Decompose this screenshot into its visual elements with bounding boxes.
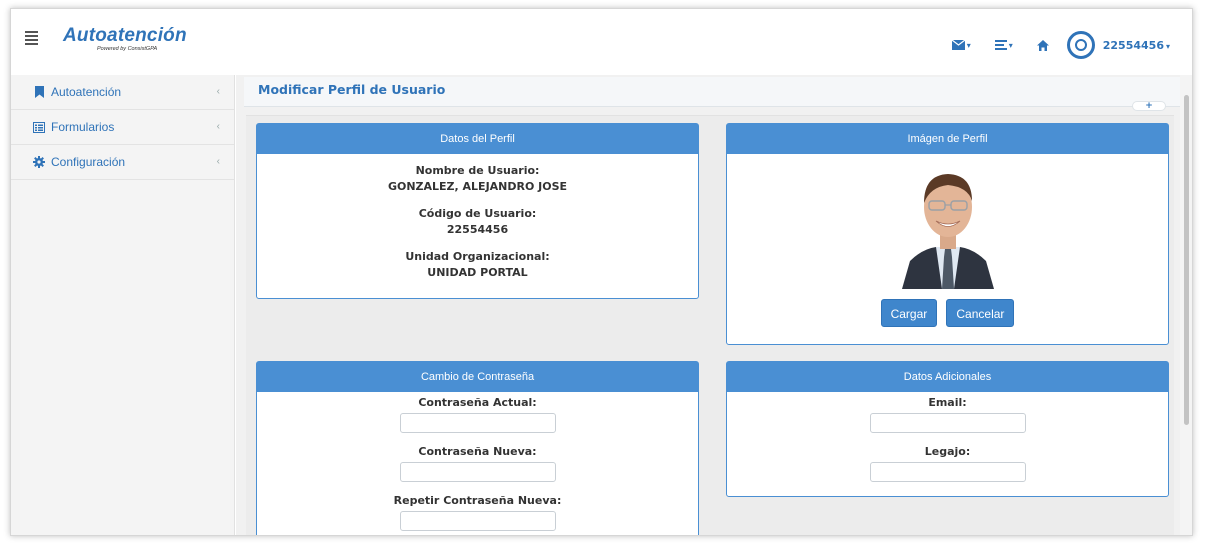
top-navbar: Autoatención Powered by ConsistGPA ▾ ▾ 2… <box>11 9 1192 75</box>
additional-data-panel: Datos Adicionales Email: Legajo: <box>726 361 1169 497</box>
legajo-label: Legajo: <box>924 445 971 458</box>
user-code-label: Código de Usuario: <box>418 207 537 220</box>
chevron-left-icon: ‹ <box>216 156 220 167</box>
brand-logo[interactable]: Autoatención Powered by ConsistGPA <box>63 25 187 52</box>
profile-content-area: Datos del Perfil Nombre de Usuario: GONZ… <box>246 115 1174 535</box>
list-icon <box>994 40 1007 50</box>
panel-title: Cambio de Contraseña <box>257 362 698 392</box>
org-unit-value: UNIDAD PORTAL <box>427 266 528 279</box>
legajo-field[interactable] <box>869 462 1026 482</box>
mail-icon <box>951 40 965 50</box>
user-avatar-icon[interactable] <box>1066 31 1095 59</box>
email-label: Email: <box>928 396 967 409</box>
messages-dropdown[interactable]: ▾ <box>951 40 971 50</box>
main-content: Modificar Perfil de Usuario + Datos del … <box>236 75 1184 535</box>
sidebar-item-label: Formularios <box>51 120 115 134</box>
tasks-dropdown[interactable]: ▾ <box>994 40 1013 50</box>
bookmark-icon <box>33 86 45 98</box>
vertical-scrollbar[interactable] <box>1180 75 1192 535</box>
user-code-value: 22554456 <box>446 223 509 236</box>
gear-icon <box>33 156 45 168</box>
email-field[interactable] <box>869 413 1026 433</box>
chevron-down-icon: ▾ <box>1008 40 1013 50</box>
sidebar-item-label: Configuración <box>51 155 126 169</box>
username-value: GONZALEZ, ALEJANDRO JOSE <box>387 180 568 193</box>
image-actions: Cargar Cancelar <box>727 299 1168 327</box>
list-box-icon <box>33 121 45 133</box>
cancel-button[interactable]: Cancelar <box>946 299 1015 327</box>
sidebar: Autoatención ‹ Formularios ‹ Configuraci… <box>11 75 235 535</box>
panel-title: Imágen de Perfil <box>727 124 1168 154</box>
repeat-password-label: Repetir Contraseña Nueva: <box>393 494 562 507</box>
sidebar-item-formularios[interactable]: Formularios ‹ <box>11 110 234 145</box>
chevron-down-icon: ▾ <box>966 40 971 50</box>
password-change-panel: Cambio de Contraseña Contraseña Actual: … <box>256 361 699 535</box>
expand-toggle-button[interactable]: + <box>1132 101 1166 111</box>
hamburger-menu-icon[interactable] <box>25 31 38 45</box>
username-label: Nombre de Usuario: <box>415 164 540 177</box>
home-button[interactable] <box>1036 39 1049 51</box>
panel-title: Datos del Perfil <box>257 124 698 154</box>
sidebar-item-label: Autoatención <box>51 85 122 99</box>
current-password-field[interactable] <box>399 413 556 433</box>
profile-photo-image <box>901 157 994 289</box>
user-code: 22554456 <box>1102 38 1164 52</box>
user-menu-toggle[interactable]: 22554456 ▾ <box>1103 39 1170 52</box>
org-unit-label: Unidad Organizacional: <box>405 250 550 263</box>
profile-data-panel: Datos del Perfil Nombre de Usuario: GONZ… <box>256 123 699 299</box>
brand-title: Autoatención <box>63 25 187 46</box>
upload-button[interactable]: Cargar <box>880 299 938 327</box>
current-password-label: Contraseña Actual: <box>418 396 537 409</box>
scrollbar-thumb[interactable] <box>1184 95 1189 425</box>
home-icon <box>1036 39 1049 51</box>
page-title: Modificar Perfil de Usuario <box>258 82 446 97</box>
app-window: Autoatención Powered by ConsistGPA ▾ ▾ 2… <box>10 8 1193 536</box>
chevron-left-icon: ‹ <box>216 121 220 132</box>
new-password-field[interactable] <box>399 462 556 482</box>
top-right-actions: ▾ ▾ 22554456 ▾ <box>928 31 1170 59</box>
chevron-down-icon: ▾ <box>1165 41 1170 51</box>
profile-image-panel: Imágen de Perfil Cargar Cancelar <box>726 123 1169 345</box>
new-password-label: Contraseña Nueva: <box>418 445 537 458</box>
brand-subtitle: Powered by ConsistGPA <box>97 46 158 52</box>
repeat-password-field[interactable] <box>399 511 556 531</box>
avatar-face <box>1074 39 1087 51</box>
profile-photo <box>901 157 994 289</box>
page-header: Modificar Perfil de Usuario + <box>244 77 1184 111</box>
sidebar-item-configuracion[interactable]: Configuración ‹ <box>11 145 234 180</box>
panel-title: Datos Adicionales <box>727 362 1168 392</box>
sidebar-item-autoatencion[interactable]: Autoatención ‹ <box>11 75 234 110</box>
chevron-left-icon: ‹ <box>216 86 220 97</box>
